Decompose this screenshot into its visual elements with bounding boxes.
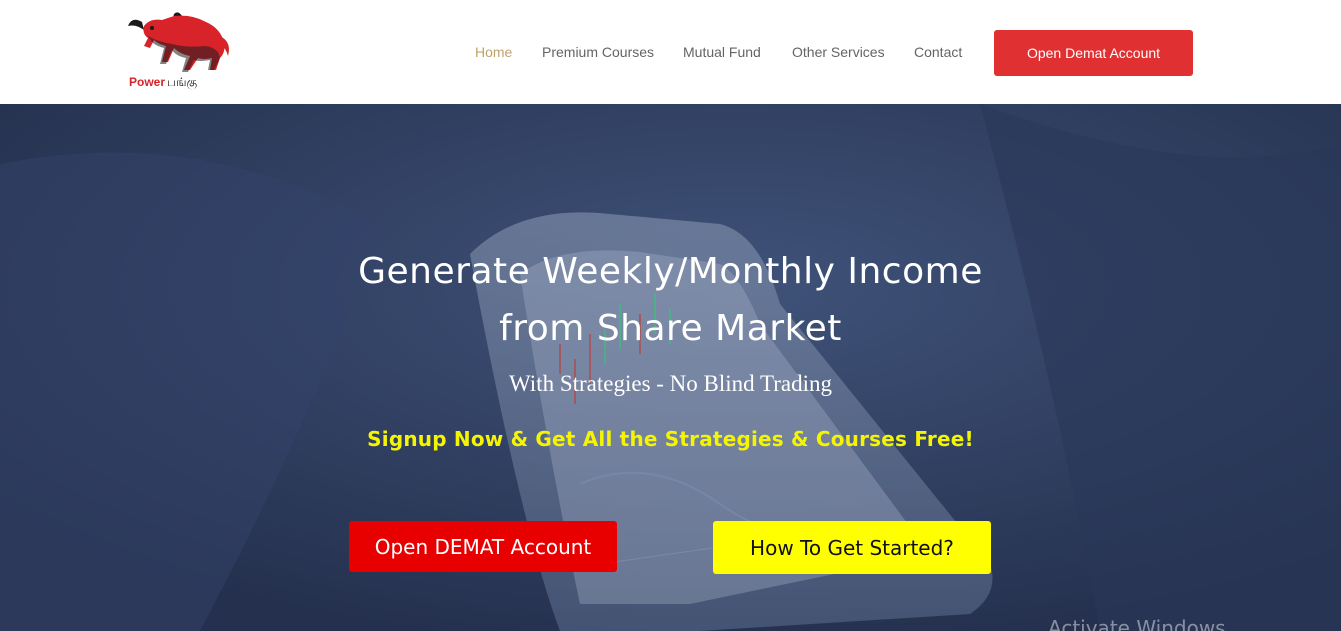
hero-promo-text: Signup Now & Get All the Strategies & Co… xyxy=(367,427,974,451)
hero-section: Generate Weekly/Monthly Income from Shar… xyxy=(0,104,1341,631)
nav-premium-courses[interactable]: Premium Courses xyxy=(542,44,654,61)
activate-windows-watermark: Activate Windows xyxy=(1048,616,1226,631)
nav-mutual-fund[interactable]: Mutual Fund xyxy=(683,44,761,61)
open-demat-account-hero-button[interactable]: Open DEMAT Account xyxy=(349,521,617,572)
nav-home[interactable]: Home xyxy=(475,44,512,61)
hero-background-image xyxy=(0,104,1341,631)
logo-tamil-text: பங்கு xyxy=(167,75,198,89)
hero-subtitle: With Strategies - No Blind Trading xyxy=(509,371,832,396)
open-demat-account-button[interactable]: Open Demat Account xyxy=(994,30,1193,76)
hero-title-line-1: Generate Weekly/Monthly Income xyxy=(358,251,983,292)
nav-contact[interactable]: Contact xyxy=(914,44,962,61)
nav-other-services[interactable]: Other Services xyxy=(792,44,885,61)
hero-title: Generate Weekly/Monthly Income from Shar… xyxy=(0,243,1341,357)
hero-title-line-2: from Share Market xyxy=(499,308,842,349)
site-header: Power பங்கு Home Premium Courses Mutual F… xyxy=(0,0,1341,104)
logo-wordmark: Power பங்கு xyxy=(129,75,197,91)
logo-brand-text: Power xyxy=(129,75,166,89)
how-to-get-started-button[interactable]: How To Get Started? xyxy=(713,521,991,574)
